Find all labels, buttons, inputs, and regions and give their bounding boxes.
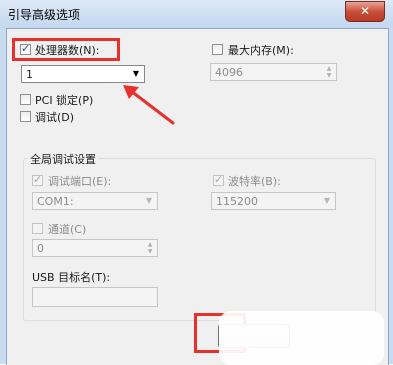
debug-port-label: 调试端口(E): — [48, 175, 112, 188]
caret-up-icon[interactable]: ▲ — [144, 241, 156, 248]
usb-target-label: USB 目标名(T): — [32, 271, 111, 284]
channel-value: 0 — [37, 242, 44, 255]
max-memory-value: 4096 — [215, 66, 243, 79]
channel-checkbox[interactable] — [32, 223, 43, 234]
usb-target-input[interactable] — [32, 287, 158, 307]
global-debug-title: 全局调试设置 — [28, 151, 98, 167]
close-button[interactable]: ✕ — [345, 1, 385, 22]
baud-rate-value: 115200 — [216, 195, 258, 208]
channel-label: 通道(C) — [48, 223, 87, 236]
title-bar: 引导高级选项 ✕ — [0, 0, 393, 28]
dialog-body: 处理器数(N): 1 ▼ 最大内存(M): 4096 ▲ ▼ PCI 锁定(P)… — [6, 28, 389, 365]
baud-rate-label: 波特率(B): — [228, 175, 281, 188]
arrow-annotation — [123, 85, 175, 125]
chevron-down-icon: ▼ — [323, 196, 331, 205]
max-memory-spinner[interactable]: 4096 ▲ ▼ — [210, 63, 337, 81]
watermark-overlay — [219, 311, 384, 365]
baud-rate-dropdown[interactable]: 115200 ▼ — [211, 192, 336, 210]
max-memory-label: 最大内存(M): — [228, 44, 294, 57]
pci-lock-checkbox[interactable] — [20, 94, 31, 105]
debug-checkbox[interactable] — [20, 111, 31, 122]
processors-value: 1 — [26, 68, 33, 81]
caret-down-icon[interactable]: ▼ — [144, 248, 156, 255]
chevron-down-icon: ▼ — [145, 196, 153, 205]
window-title: 引导高级选项 — [8, 8, 81, 22]
baud-rate-checkbox[interactable] — [213, 173, 224, 186]
caret-up-icon[interactable]: ▲ — [323, 65, 335, 72]
debug-label: 调试(D) — [35, 111, 75, 124]
dialog-window: 引导高级选项 ✕ 处理器数(N): 1 ▼ 最大内存(M): 4096 ▲ ▼ — [0, 0, 393, 365]
pci-lock-label: PCI 锁定(P) — [35, 94, 94, 107]
debug-port-checkbox[interactable] — [32, 173, 43, 186]
max-memory-checkbox[interactable] — [212, 44, 223, 55]
caret-down-icon[interactable]: ▼ — [323, 72, 335, 79]
highlight-box-processors — [12, 38, 120, 61]
debug-port-dropdown[interactable]: COM1: ▼ — [32, 192, 158, 210]
debug-port-value: COM1: — [37, 195, 74, 208]
channel-spinner[interactable]: 0 ▲ ▼ — [32, 239, 158, 257]
